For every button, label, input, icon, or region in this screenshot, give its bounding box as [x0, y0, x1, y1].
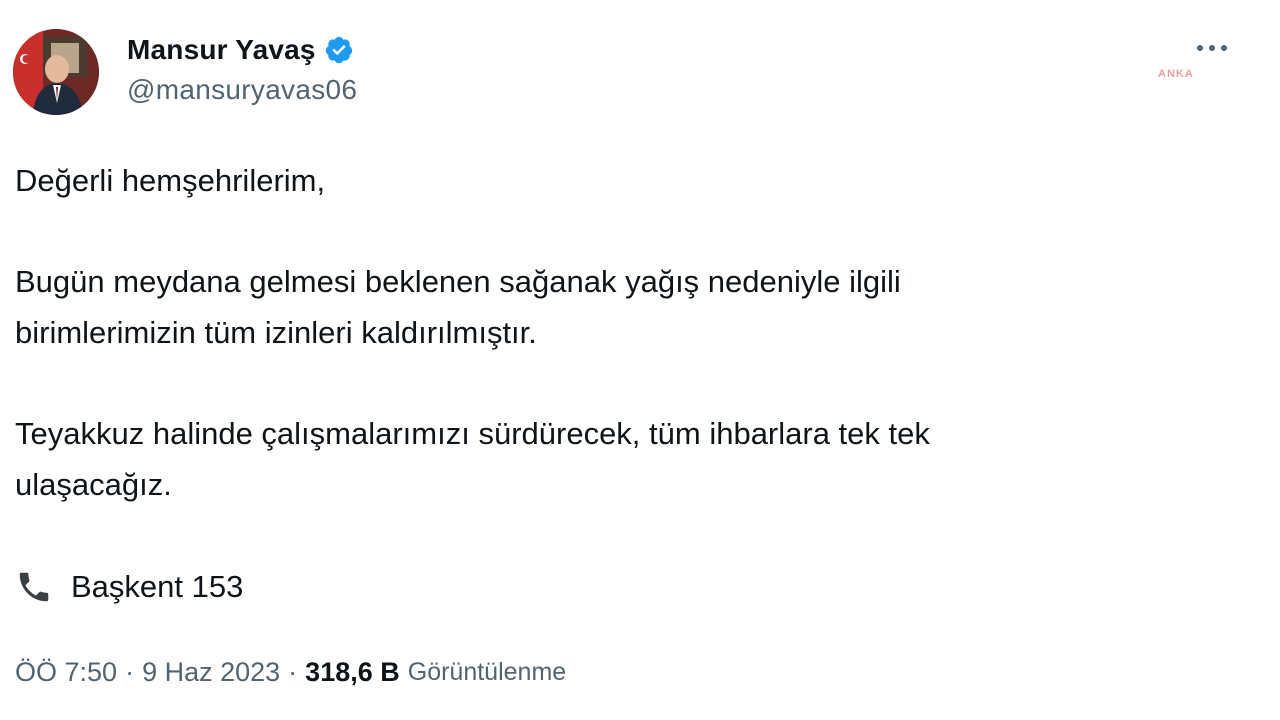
tweet-text-line: Bugün meydana gelmesi beklenen sağanak y… [15, 264, 901, 299]
views-count: 318,6 B [305, 656, 400, 687]
phone-text: Başkent 153 [71, 569, 244, 604]
watermark: ANKA [1158, 68, 1194, 80]
tweet-text-line: Değerli hemşehrilerim, [15, 163, 326, 198]
avatar-image [13, 29, 99, 115]
more-dot [1221, 45, 1227, 51]
meta-separator: · [125, 656, 135, 687]
avatar[interactable] [13, 29, 99, 115]
tweet-text-line: Teyakkuz halinde çalışmalarımızı sürdüre… [15, 416, 930, 451]
more-options-button[interactable] [1192, 36, 1232, 60]
display-name[interactable]: Mansur Yavaş [127, 34, 316, 66]
more-options-icon [1197, 45, 1203, 51]
telephone-receiver-icon [15, 568, 53, 606]
tweet-text-line: ulaşacağız. [15, 467, 172, 502]
meta-separator: · [288, 656, 298, 687]
views-label: Görüntülenme [407, 657, 567, 686]
tweet-text-line: birimlerimizin tüm izinleri kaldırılmışt… [15, 315, 537, 350]
user-handle[interactable]: @mansuryavas06 [127, 74, 357, 106]
tweet-meta: ÖÖ 7:50 · 9 Haz 2023 · 318,6 B Görüntüle… [15, 652, 566, 692]
tweet-time[interactable]: ÖÖ 7:50 [15, 657, 117, 688]
tweet-card: Mansur Yavaş @mansuryavas06 ANKA Değerli… [0, 0, 1280, 720]
tweet-date[interactable]: 9 Haz 2023 [142, 657, 280, 688]
phone-line: Başkent 153 [15, 563, 243, 611]
verified-badge-icon [324, 35, 354, 65]
author-name-row[interactable]: Mansur Yavaş [127, 30, 354, 70]
more-dot [1209, 45, 1215, 51]
